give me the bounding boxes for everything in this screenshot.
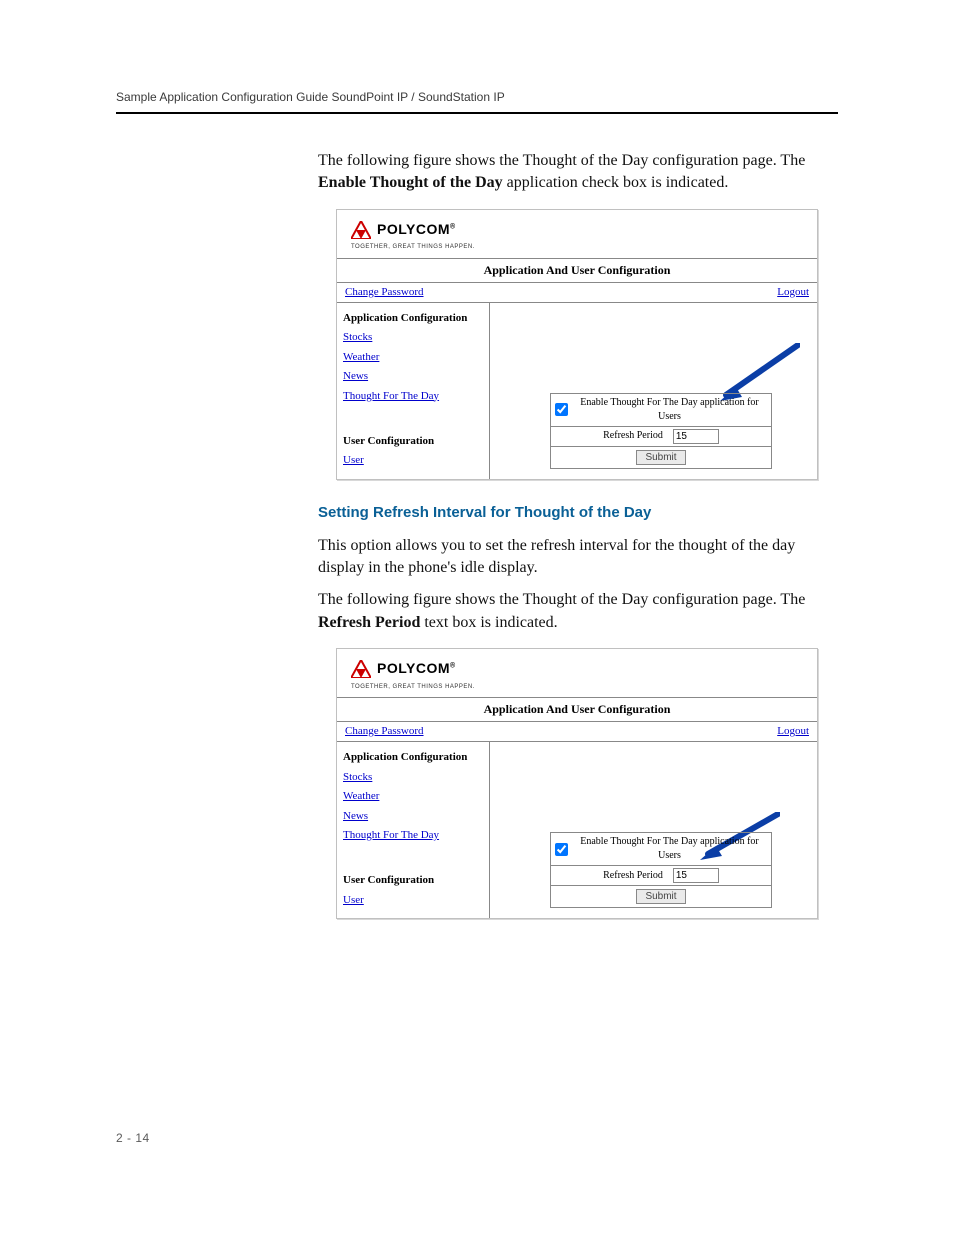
doc-body: The following figure shows the Thought o… bbox=[318, 150, 838, 941]
toolbar: Change Password Logout bbox=[337, 283, 817, 303]
intro-paragraph: The following figure shows the Thought o… bbox=[318, 150, 838, 195]
sidebar-item-weather[interactable]: Weather bbox=[343, 350, 483, 365]
figure-2: POLYCOM® TOGETHER, GREAT THINGS HAPPEN. … bbox=[336, 648, 818, 919]
enable-label: Enable Thought For The Day application f… bbox=[572, 396, 767, 424]
brand-tagline: TOGETHER, GREAT THINGS HAPPEN. bbox=[337, 243, 817, 257]
figure-1: POLYCOM® TOGETHER, GREAT THINGS HAPPEN. … bbox=[336, 209, 818, 480]
doc-header-rule bbox=[116, 112, 838, 114]
refresh-period-input[interactable] bbox=[673, 868, 719, 883]
submit-button[interactable]: Submit bbox=[636, 450, 685, 465]
doc-running-header-text: Sample Application Configuration Guide S… bbox=[116, 90, 505, 104]
logout-link[interactable]: Logout bbox=[777, 724, 809, 739]
refresh-period-input[interactable] bbox=[673, 429, 719, 444]
config-table: Enable Thought For The Day application f… bbox=[550, 393, 772, 469]
submit-row: Submit bbox=[551, 886, 771, 907]
app-title-bar: Application And User Configuration bbox=[337, 258, 817, 283]
change-password-link[interactable]: Change Password bbox=[345, 285, 424, 300]
submit-button[interactable]: Submit bbox=[636, 889, 685, 904]
sidebar-item-news[interactable]: News bbox=[343, 809, 483, 824]
sidebar-item-user[interactable]: User bbox=[343, 893, 483, 908]
content-columns: Application Configuration Stocks Weather… bbox=[337, 742, 817, 918]
enable-thought-checkbox[interactable] bbox=[555, 843, 568, 856]
sidebar-item-news[interactable]: News bbox=[343, 369, 483, 384]
sidebar-item-stocks[interactable]: Stocks bbox=[343, 330, 483, 345]
refresh-row: Refresh Period bbox=[551, 427, 771, 447]
doc-running-header: Sample Application Configuration Guide S… bbox=[116, 90, 834, 104]
enable-row: Enable Thought For The Day application f… bbox=[551, 833, 771, 866]
refresh-label: Refresh Period bbox=[603, 869, 663, 883]
main-panel: Enable Thought For The Day application f… bbox=[490, 742, 817, 918]
refresh-label: Refresh Period bbox=[603, 429, 663, 443]
enable-label: Enable Thought For The Day application f… bbox=[572, 835, 767, 863]
sidebar-group-app: Application Configuration bbox=[343, 311, 483, 326]
brand-name: POLYCOM® bbox=[377, 659, 456, 679]
main-panel: Enable Thought For The Day application f… bbox=[490, 303, 817, 479]
change-password-link[interactable]: Change Password bbox=[345, 724, 424, 739]
sidebar: Application Configuration Stocks Weather… bbox=[337, 742, 490, 918]
brand-name: POLYCOM® bbox=[377, 220, 456, 240]
submit-row: Submit bbox=[551, 447, 771, 468]
app-title-bar: Application And User Configuration bbox=[337, 697, 817, 722]
sidebar-group-user: User Configuration bbox=[343, 873, 483, 888]
sidebar-item-thought[interactable]: Thought For The Day bbox=[343, 389, 483, 404]
sidebar-group-user: User Configuration bbox=[343, 434, 483, 449]
content-columns: Application Configuration Stocks Weather… bbox=[337, 303, 817, 479]
enable-thought-checkbox[interactable] bbox=[555, 403, 568, 416]
refresh-row: Refresh Period bbox=[551, 866, 771, 886]
brand-row: POLYCOM® bbox=[337, 210, 817, 244]
config-table: Enable Thought For The Day application f… bbox=[550, 832, 772, 908]
sidebar-group-app: Application Configuration bbox=[343, 750, 483, 765]
polycom-logo-icon bbox=[351, 660, 371, 678]
section-heading: Setting Refresh Interval for Thought of … bbox=[318, 502, 838, 523]
page-number: 2 - 14 bbox=[116, 1131, 150, 1145]
sidebar-item-weather[interactable]: Weather bbox=[343, 789, 483, 804]
brand-tagline: TOGETHER, GREAT THINGS HAPPEN. bbox=[337, 683, 817, 697]
sidebar-item-stocks[interactable]: Stocks bbox=[343, 770, 483, 785]
sidebar: Application Configuration Stocks Weather… bbox=[337, 303, 490, 479]
sidebar-item-user[interactable]: User bbox=[343, 453, 483, 468]
logout-link[interactable]: Logout bbox=[777, 285, 809, 300]
polycom-logo-icon bbox=[351, 221, 371, 239]
brand-row: POLYCOM® bbox=[337, 649, 817, 683]
toolbar: Change Password Logout bbox=[337, 722, 817, 742]
section-para-1: This option allows you to set the refres… bbox=[318, 535, 838, 580]
sidebar-item-thought[interactable]: Thought For The Day bbox=[343, 828, 483, 843]
section-para-2: The following figure shows the Thought o… bbox=[318, 589, 838, 634]
enable-row: Enable Thought For The Day application f… bbox=[551, 394, 771, 427]
